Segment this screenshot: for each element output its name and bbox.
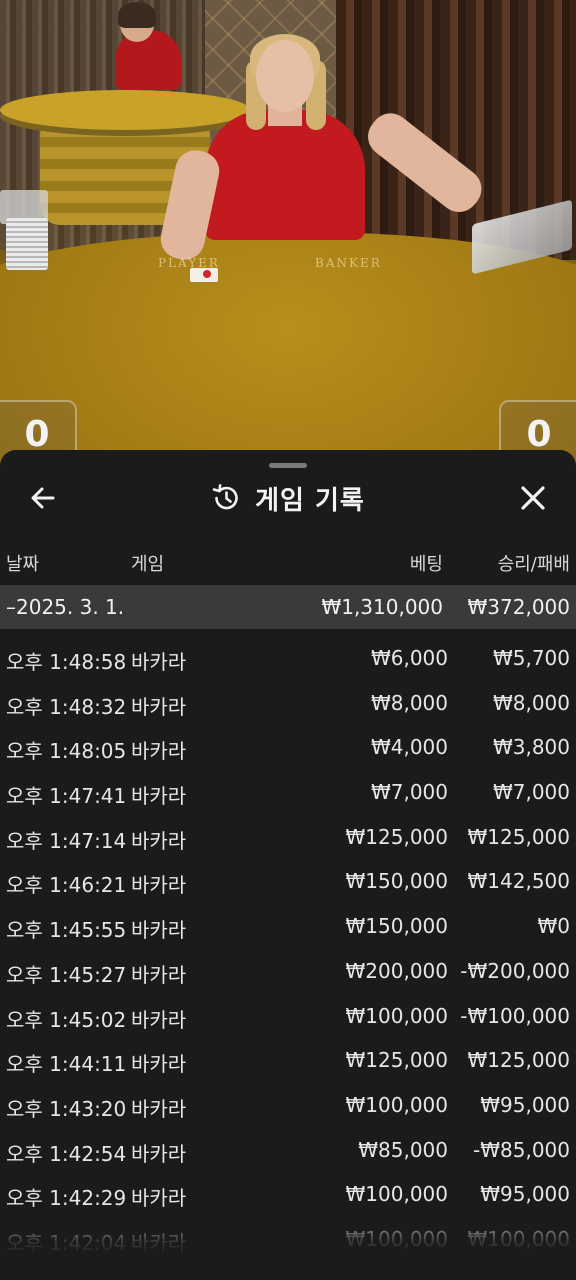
row-game: 바카라 <box>131 1186 187 1211</box>
date-group-row[interactable]: –2025. 3. 1. ₩1,310,000 ₩372,000 <box>0 585 576 629</box>
table-row[interactable]: 오후 1:48:58 바카라 ₩6,000 ₩5,700 <box>0 634 576 679</box>
playing-card-pip <box>203 270 211 278</box>
row-time: 오후 1:44:11 <box>6 1052 127 1077</box>
row-bet: ₩125,000 <box>345 824 448 849</box>
table-row[interactable]: 오후 1:47:41 바카라 ₩7,000 ₩7,000 <box>0 768 576 813</box>
table-label-banker: BANKER <box>315 256 382 270</box>
row-bet: ₩150,000 <box>345 869 448 894</box>
row-win-loss: ₩95,000 <box>480 1182 570 1207</box>
history-icon <box>212 484 238 510</box>
dealer <box>205 110 365 240</box>
table-row[interactable]: 오후 1:42:29 바카라 ₩100,000 ₩95,000 <box>0 1170 576 1215</box>
close-icon <box>521 486 545 510</box>
row-win-loss: ₩7,000 <box>492 780 570 805</box>
row-time: 오후 1:46:21 <box>6 873 127 898</box>
table-header: 날짜 게임 베팅 승리/패배 <box>0 546 576 576</box>
row-bet: ₩100,000 <box>345 1092 448 1117</box>
row-time: 오후 1:47:41 <box>6 784 127 809</box>
row-game: 바카라 <box>131 873 187 898</box>
column-header-bet: 베팅 <box>409 554 443 575</box>
row-time: 오후 1:47:14 <box>6 828 127 853</box>
background-dealer-hair <box>118 2 156 28</box>
table-row[interactable]: 오후 1:43:20 바카라 ₩100,000 ₩95,000 <box>0 1081 576 1126</box>
row-time: 오후 1:42:29 <box>6 1186 127 1211</box>
row-time: 오후 1:45:55 <box>6 918 127 943</box>
row-win-loss: ₩0 <box>537 914 571 939</box>
row-time: 오후 1:48:05 <box>6 739 127 764</box>
row-game: 바카라 <box>131 1230 187 1255</box>
sheet-drag-handle[interactable] <box>269 463 307 468</box>
row-game: 바카라 <box>131 739 187 764</box>
row-time: 오후 1:43:20 <box>6 1096 127 1121</box>
row-win-loss: ₩125,000 <box>467 1048 570 1073</box>
row-win-loss: ₩3,800 <box>492 735 570 760</box>
history-list: 오후 1:48:58 바카라 ₩6,000 ₩5,700 오후 1:48:32 … <box>0 634 576 1260</box>
sheet-title-group: 게임 기록 <box>0 478 576 518</box>
dealer-head <box>256 40 314 112</box>
background-dealer <box>115 30 181 90</box>
row-bet: ₩150,000 <box>345 914 448 939</box>
column-header-game: 게임 <box>131 554 165 575</box>
close-button[interactable] <box>513 478 553 518</box>
row-win-loss: ₩125,000 <box>467 824 570 849</box>
row-game: 바카라 <box>131 828 187 853</box>
row-win-loss: -₩100,000 <box>460 1003 570 1028</box>
row-game: 바카라 <box>131 784 187 809</box>
row-game: 바카라 <box>131 1007 187 1032</box>
row-game: 바카라 <box>131 1096 187 1121</box>
table-row[interactable]: 오후 1:48:05 바카라 ₩4,000 ₩3,800 <box>0 723 576 768</box>
row-game: 바카라 <box>131 1141 187 1166</box>
row-win-loss: -₩200,000 <box>460 958 570 983</box>
row-bet: ₩100,000 <box>345 1182 448 1207</box>
table-row[interactable]: 오후 1:45:02 바카라 ₩100,000 -₩100,000 <box>0 992 576 1037</box>
row-bet: ₩4,000 <box>370 735 448 760</box>
row-game: 바카라 <box>131 962 187 987</box>
game-history-sheet: 게임 기록 날짜 게임 베팅 승리/패배 –2025. 3. 1. ₩1,310… <box>0 450 576 1280</box>
row-bet: ₩6,000 <box>370 646 448 670</box>
discard-card-stack <box>6 218 48 270</box>
background-table <box>0 90 250 130</box>
row-bet: ₩125,000 <box>345 1048 448 1073</box>
row-time: 오후 1:42:04 <box>6 1230 127 1255</box>
row-game: 바카라 <box>131 918 187 943</box>
row-bet: ₩200,000 <box>345 958 448 983</box>
row-win-loss: ₩142,500 <box>467 869 570 894</box>
row-time: 오후 1:48:58 <box>6 650 127 674</box>
table-row[interactable]: 오후 1:42:54 바카라 ₩85,000 -₩85,000 <box>0 1126 576 1171</box>
column-header-win-loss: 승리/패배 <box>497 554 570 575</box>
row-time: 오후 1:45:27 <box>6 962 127 987</box>
table-row[interactable]: 오후 1:46:21 바카라 ₩150,000 ₩142,500 <box>0 857 576 902</box>
row-game: 바카라 <box>131 694 187 719</box>
row-game: 바카라 <box>131 650 187 674</box>
sheet-title: 게임 기록 <box>255 485 365 516</box>
row-win-loss: ₩95,000 <box>480 1092 570 1117</box>
table-row[interactable]: 오후 1:44:11 바카라 ₩125,000 ₩125,000 <box>0 1036 576 1081</box>
row-bet: ₩8,000 <box>370 690 448 715</box>
sheet-header: 게임 기록 <box>0 470 576 526</box>
row-win-loss: ₩8,000 <box>492 690 570 715</box>
row-time: 오후 1:48:32 <box>6 694 127 719</box>
table-row[interactable]: 오후 1:45:55 바카라 ₩150,000 ₩0 <box>0 902 576 947</box>
row-win-loss: ₩5,700 <box>492 646 570 670</box>
row-win-loss: -₩85,000 <box>473 1137 570 1162</box>
table-row[interactable]: 오후 1:42:04 바카라 ₩100,000 ₩100,000 <box>0 1215 576 1260</box>
row-bet: ₩100,000 <box>345 1226 448 1251</box>
live-video-feed: PLAYER BANKER 0 0 <box>0 0 576 470</box>
row-bet: ₩100,000 <box>345 1003 448 1028</box>
date-group-date: –2025. 3. 1. <box>6 595 125 619</box>
column-header-date: 날짜 <box>6 554 40 575</box>
row-win-loss: ₩100,000 <box>467 1226 570 1251</box>
date-group-win-total: ₩372,000 <box>467 595 570 619</box>
row-game: 바카라 <box>131 1052 187 1077</box>
row-time: 오후 1:45:02 <box>6 1007 127 1032</box>
row-bet: ₩85,000 <box>358 1137 448 1162</box>
table-row[interactable]: 오후 1:48:32 바카라 ₩8,000 ₩8,000 <box>0 679 576 724</box>
row-bet: ₩7,000 <box>370 780 448 805</box>
date-group-bet-total: ₩1,310,000 <box>321 595 443 619</box>
row-time: 오후 1:42:54 <box>6 1141 127 1166</box>
table-row[interactable]: 오후 1:45:27 바카라 ₩200,000 -₩200,000 <box>0 947 576 992</box>
table-row[interactable]: 오후 1:47:14 바카라 ₩125,000 ₩125,000 <box>0 813 576 858</box>
